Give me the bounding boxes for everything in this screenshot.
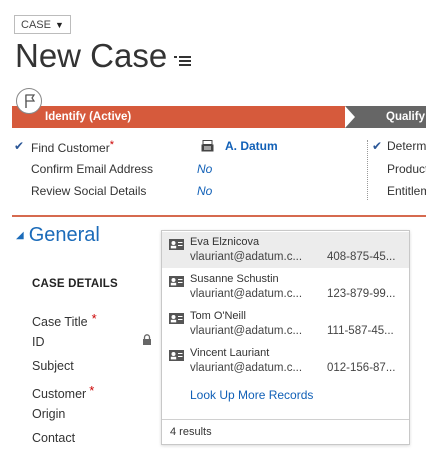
lookup-result-email: vlauriant@adatum.c... (190, 251, 303, 263)
lookup-result[interactable]: Eva Elznicova vlauriant@adatum.c... 408-… (162, 232, 409, 268)
customer-lookup-flyout: Eva Elznicova vlauriant@adatum.c... 408-… (161, 230, 410, 445)
lookup-result[interactable]: Susanne Schustin vlauriant@adatum.c... 1… (162, 269, 409, 305)
subsection-title: CASE DETAILS (32, 278, 118, 290)
account-icon (201, 140, 214, 152)
lookup-result-name: Tom O'Neill (190, 310, 246, 322)
flag-icon[interactable] (16, 88, 42, 114)
chevron-down-icon: ▼ (54, 20, 64, 30)
step-review-social-label: Review Social Details (31, 184, 147, 198)
stage-chevron (345, 106, 355, 128)
lookup-result-phone: 111-587-45... (327, 325, 394, 337)
section-rule (12, 215, 426, 217)
required-indicator: * (109, 139, 114, 151)
collapse-triangle-icon: ◢ (16, 230, 24, 241)
section-title: General (28, 224, 100, 246)
find-customer-value[interactable]: A. Datum (225, 139, 278, 153)
field-customer: Customer * (32, 383, 95, 401)
stage-identify[interactable]: Identify (Active) (45, 106, 131, 128)
page-title: New Case (15, 37, 168, 74)
step-determine-label: Determ (387, 139, 426, 153)
lookup-result-name: Vincent Lauriant (190, 347, 270, 359)
result-count: 4 results (170, 426, 212, 438)
required-indicator: * (89, 383, 95, 398)
contact-card-icon (169, 350, 184, 361)
lookup-result-phone: 123-879-99... (327, 288, 396, 300)
lookup-result[interactable]: Tom O'Neill vlauriant@adatum.c... 111-58… (162, 306, 409, 342)
lookup-result-email: vlauriant@adatum.c... (190, 325, 303, 337)
lookup-result-name: Susanne Schustin (190, 273, 279, 285)
lookup-footer: 4 results (162, 419, 409, 445)
look-up-more-records-link[interactable]: Look Up More Records (190, 388, 313, 402)
form-selector-icon[interactable] (174, 55, 191, 67)
field-subject: Subject (32, 359, 74, 373)
field-id: ID (32, 335, 45, 349)
lookup-result-phone: 012-156-87... (327, 362, 396, 374)
check-icon: ✔ (14, 139, 25, 153)
section-general[interactable]: ◢ General (16, 224, 100, 247)
lookup-result-email: vlauriant@adatum.c... (190, 362, 303, 374)
contact-card-icon (169, 276, 184, 287)
lock-icon (143, 334, 151, 345)
field-contact: Contact (32, 431, 76, 445)
entity-type-dropdown[interactable]: CASE ▼ (14, 15, 71, 34)
field-case-title: Case Title * (32, 311, 97, 329)
step-entitlement-label: Entitlem (387, 184, 426, 198)
stage-qualify[interactable]: Qualify (386, 106, 425, 128)
lookup-result-email: vlauriant@adatum.c... (190, 288, 303, 300)
step-confirm-email-label: Confirm Email Address (31, 162, 154, 176)
lookup-result-name: Eva Elznicova (190, 236, 260, 248)
step-find-customer-label: Find Customer* (31, 139, 114, 155)
confirm-email-value[interactable]: No (197, 162, 212, 176)
column-divider (367, 140, 369, 200)
check-icon: ✔ (372, 139, 383, 153)
field-origin: Origin (32, 407, 66, 421)
review-social-value[interactable]: No (197, 184, 212, 198)
required-indicator: * (91, 311, 97, 326)
contact-card-icon (169, 313, 184, 324)
lookup-result-phone: 408-875-45... (327, 251, 396, 263)
step-product-label: Product (387, 162, 426, 176)
entity-type-label: CASE (21, 19, 51, 31)
contact-card-icon (169, 239, 184, 250)
lookup-result[interactable]: Vincent Lauriant vlauriant@adatum.c... 0… (162, 343, 409, 379)
